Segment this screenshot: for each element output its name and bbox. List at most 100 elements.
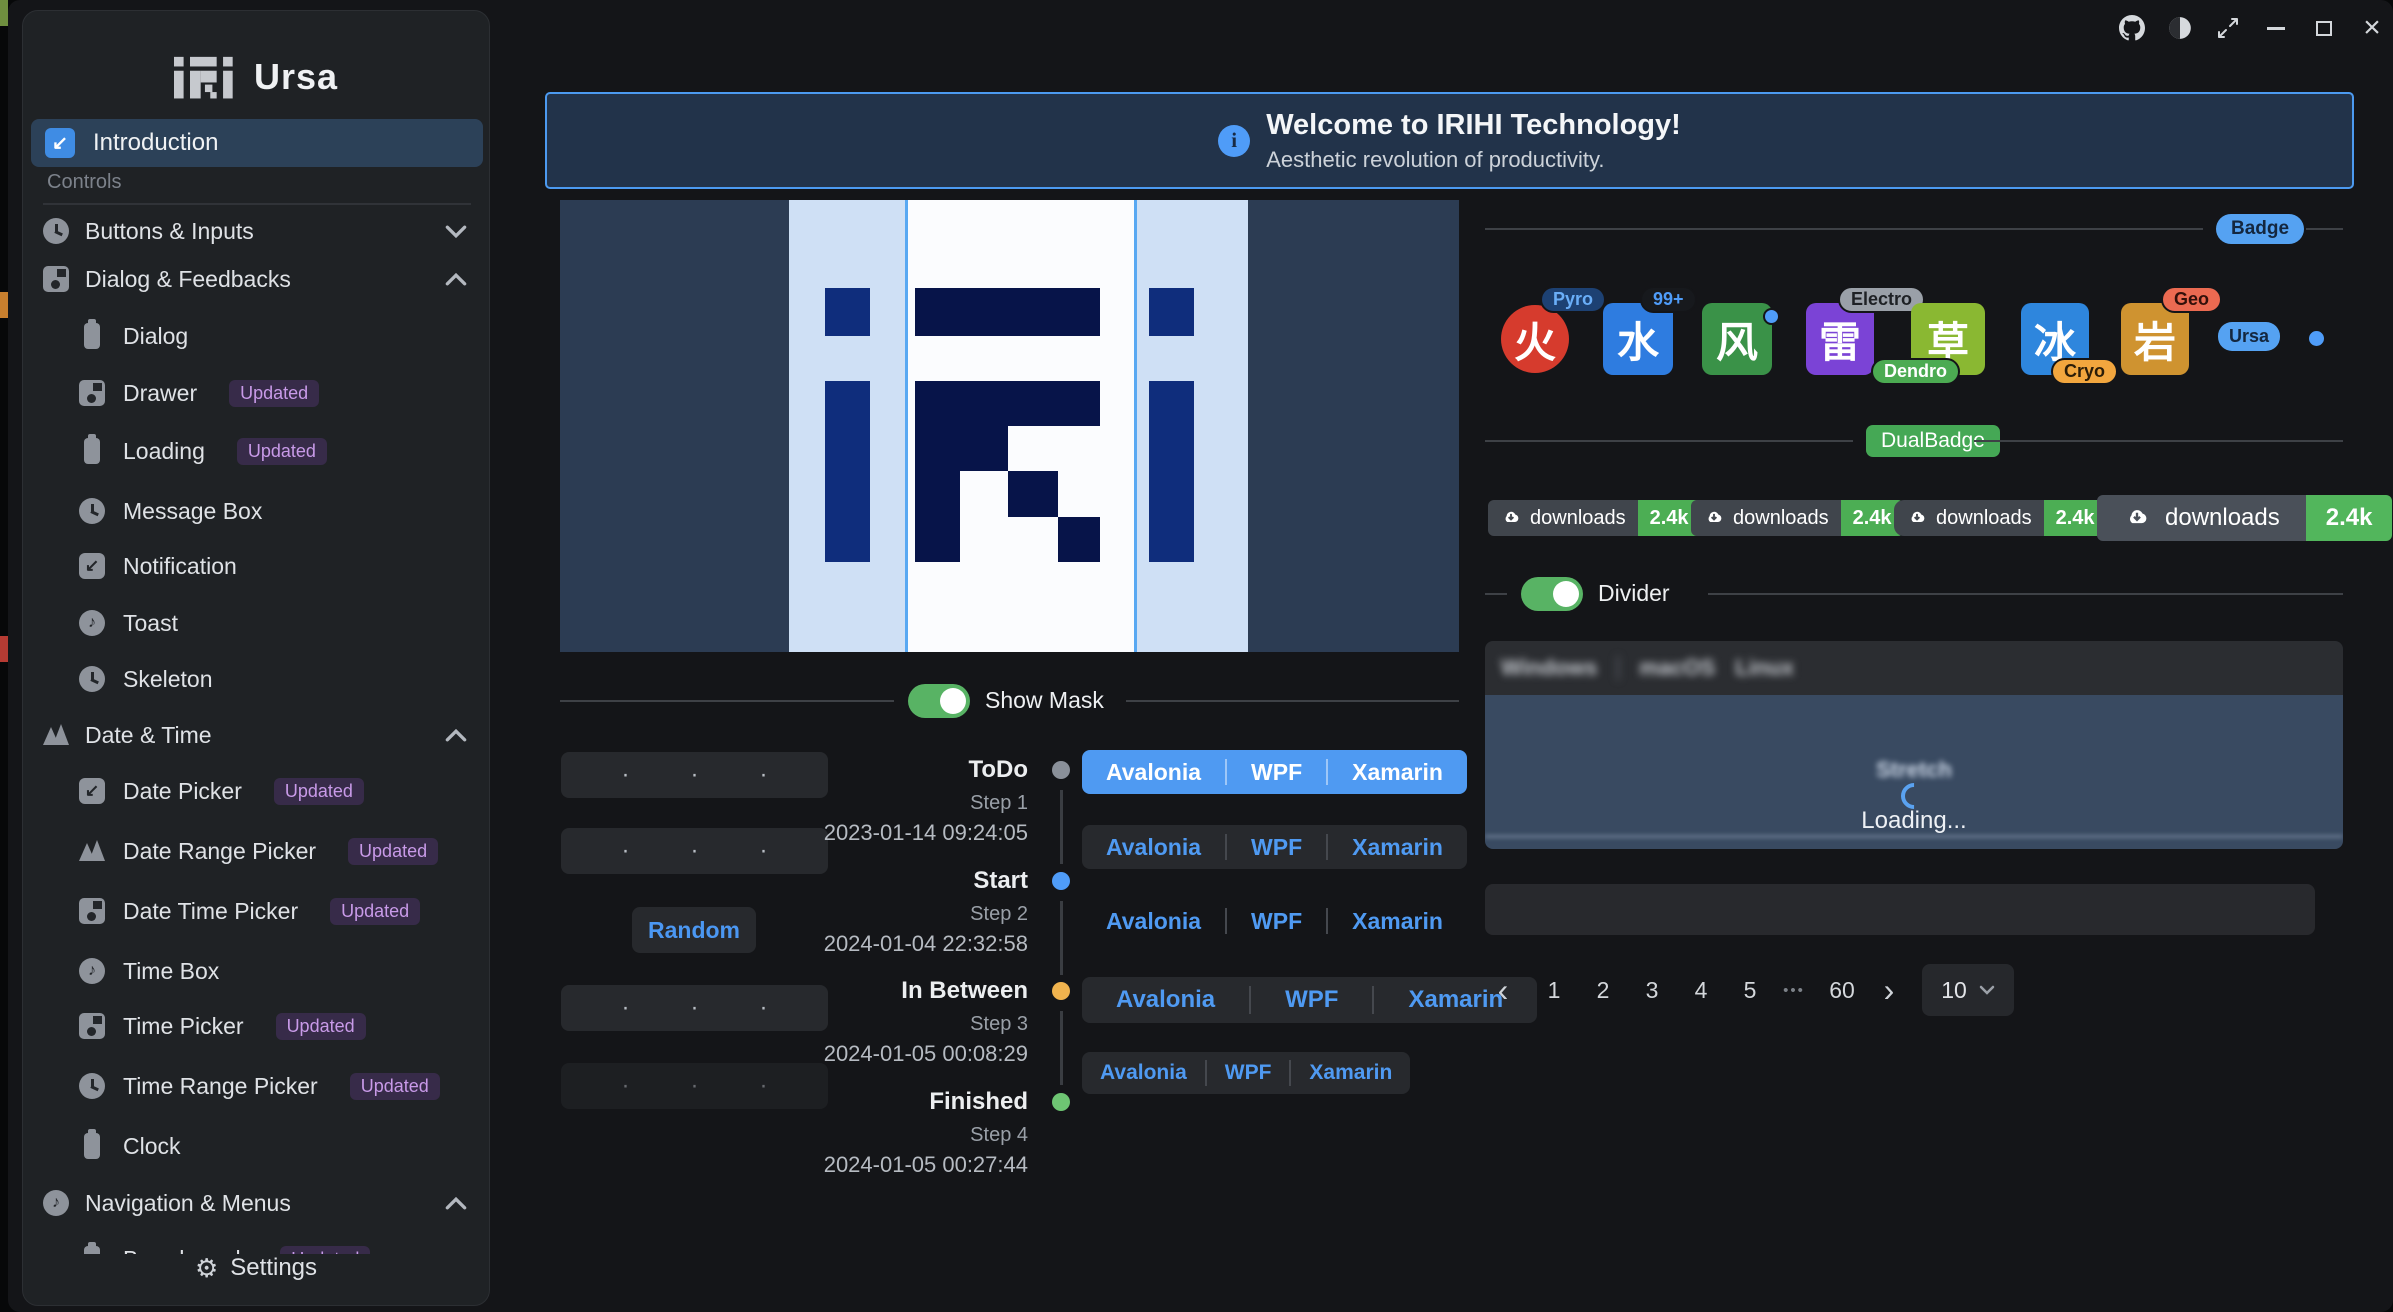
settings-button[interactable]: ⚙ Settings xyxy=(23,1245,489,1291)
pagination-next-button[interactable]: › xyxy=(1874,966,1904,1014)
show-mask-toggle[interactable] xyxy=(908,684,970,718)
timeline-step-sub: Step 3 xyxy=(648,1013,1028,1036)
pagination-page-last[interactable]: 60 xyxy=(1820,966,1864,1014)
battery-icon xyxy=(84,438,100,464)
theme-toggle-icon xyxy=(2167,15,2193,41)
sidebar-nav: Buttons & Inputs Dialog & Feedbacks Dial… xyxy=(23,206,491,1254)
blurred-stretch-label: Stretch xyxy=(1485,757,2343,783)
github-icon xyxy=(2119,15,2145,41)
sidebar-item-message-box[interactable]: Message Box xyxy=(31,488,483,534)
loading-text: Loading... xyxy=(1485,807,2343,835)
divider-line xyxy=(560,700,894,702)
xamarin-button[interactable]: Xamarin xyxy=(1291,1061,1410,1085)
maximize-button[interactable] xyxy=(2304,10,2344,46)
avalonia-button[interactable]: Avalonia xyxy=(1082,1061,1205,1085)
background-sliver-amber xyxy=(0,292,8,318)
divider-line xyxy=(1485,228,2203,230)
sidebar-item-clock[interactable]: Clock xyxy=(31,1123,483,1169)
logo-pixel xyxy=(1149,288,1194,336)
floppy-icon xyxy=(79,380,105,406)
desktop: × Ursa Introduction Con xyxy=(0,0,2393,1312)
sidebar-group-dialog-feedbacks[interactable]: Dialog & Feedbacks xyxy=(31,256,483,302)
chevron-up-icon xyxy=(445,729,467,742)
avalonia-button[interactable]: Avalonia xyxy=(1082,834,1225,861)
sidebar-item-time-box[interactable]: Time Box xyxy=(31,948,483,994)
downloads-badge[interactable]: downloads 2.4k xyxy=(1894,500,2107,536)
timeline-connector xyxy=(1060,790,1063,864)
sidebar-item-skeleton[interactable]: Skeleton xyxy=(31,656,483,702)
avalonia-button[interactable]: Avalonia xyxy=(1082,759,1225,786)
avalonia-button[interactable]: Avalonia xyxy=(1082,986,1249,1014)
chevron-down-icon xyxy=(1979,985,1995,995)
timeline-step-time: 2024-01-05 00:08:29 xyxy=(648,1041,1028,1067)
xamarin-button[interactable]: Xamarin xyxy=(1328,759,1467,786)
pagination-page-5[interactable]: 5 xyxy=(1728,966,1772,1014)
sidebar-item-notification[interactable]: Notification xyxy=(31,543,483,589)
badge-geo: Geo xyxy=(2161,286,2222,313)
banner-subtitle: Aesthetic revolution of productivity. xyxy=(1266,147,1681,173)
download-icon xyxy=(1703,507,1725,529)
loading-panel: Windows macOS Linux Stretch Loading... xyxy=(1485,641,2343,849)
sidebar-item-date-picker[interactable]: Date Picker Updated xyxy=(31,768,483,814)
badge-dot xyxy=(2309,331,2324,346)
downloads-badge[interactable]: downloads 2.4k xyxy=(1691,500,1904,536)
pagination-ellipsis[interactable]: ••• xyxy=(1774,966,1814,1014)
sidebar-item-time-range-picker[interactable]: Time Range Picker Updated xyxy=(31,1063,483,1109)
sidebar-item-drawer[interactable]: Drawer Updated xyxy=(31,370,483,416)
sidebar-item-introduction[interactable]: Introduction xyxy=(31,119,483,167)
controls-section-label: Controls xyxy=(47,171,121,194)
sidebar-group-navigation-menus[interactable]: Navigation & Menus xyxy=(31,1180,483,1226)
wpf-button[interactable]: WPF xyxy=(1251,986,1372,1014)
timeline-connector xyxy=(1060,901,1063,975)
logo-pixel xyxy=(1149,381,1194,562)
show-mask-label: Show Mask xyxy=(985,687,1104,714)
battery-icon xyxy=(84,323,100,349)
xamarin-button[interactable]: Xamarin xyxy=(1328,908,1467,935)
wpf-button[interactable]: WPF xyxy=(1227,908,1326,935)
pagination-page-1[interactable]: 1 xyxy=(1532,966,1576,1014)
floppy-icon xyxy=(79,1013,105,1039)
fullscreen-button[interactable] xyxy=(2208,10,2248,46)
divider-line xyxy=(1126,700,1459,702)
divider-toggle[interactable] xyxy=(1521,577,1583,611)
pagination-prev-button[interactable]: ‹ xyxy=(1488,966,1518,1014)
sidebar-item-date-time-picker[interactable]: Date Time Picker Updated xyxy=(31,888,483,934)
theme-toggle-button[interactable] xyxy=(2160,10,2200,46)
badge-dot xyxy=(1763,308,1780,325)
empty-input-box[interactable] xyxy=(1485,884,2315,935)
close-button[interactable]: × xyxy=(2352,10,2392,46)
page-size-select[interactable]: 10 xyxy=(1922,964,2014,1016)
sidebar-item-date-range-picker[interactable]: Date Range Picker Updated xyxy=(31,828,483,874)
sidebar-item-dialog[interactable]: Dialog xyxy=(31,313,483,359)
timeline-step-time: 2024-01-04 22:32:58 xyxy=(648,931,1028,957)
wpf-button[interactable]: WPF xyxy=(1207,1061,1290,1085)
wpf-button[interactable]: WPF xyxy=(1227,759,1326,786)
trees-icon xyxy=(43,722,69,748)
divider-line xyxy=(1485,440,1853,442)
logo-pixel xyxy=(960,381,1008,471)
battery-icon xyxy=(84,1133,100,1159)
downloads-badge[interactable]: downloads 2.4k xyxy=(1488,500,1701,536)
sidebar-item-time-picker[interactable]: Time Picker Updated xyxy=(31,1003,483,1049)
sidebar-item-toast[interactable]: Toast xyxy=(31,600,483,646)
downloads-badge-large[interactable]: downloads 2.4k xyxy=(2097,495,2392,541)
download-icon xyxy=(1906,507,1928,529)
minimize-button[interactable] xyxy=(2256,10,2296,46)
updated-badge: Updated xyxy=(350,1073,440,1100)
sidebar-group-buttons-inputs[interactable]: Buttons & Inputs xyxy=(31,208,483,254)
tab-windows[interactable]: Windows xyxy=(1501,655,1597,681)
divider-line xyxy=(2306,228,2343,230)
pagination-page-2[interactable]: 2 xyxy=(1581,966,1625,1014)
pagination-page-4[interactable]: 4 xyxy=(1679,966,1723,1014)
pagination-page-3[interactable]: 3 xyxy=(1630,966,1674,1014)
tab-macos[interactable]: macOS xyxy=(1639,655,1715,681)
avalonia-button[interactable]: Avalonia xyxy=(1082,908,1225,935)
sidebar-group-date-time[interactable]: Date & Time xyxy=(31,712,483,758)
github-button[interactable] xyxy=(2112,10,2152,46)
xamarin-button[interactable]: Xamarin xyxy=(1328,834,1467,861)
wpf-button[interactable]: WPF xyxy=(1227,834,1326,861)
sidebar-item-loading[interactable]: Loading Updated xyxy=(31,428,483,474)
tab-linux[interactable]: Linux xyxy=(1735,655,1794,681)
badge-ursa: Ursa xyxy=(2218,322,2280,351)
introduction-icon xyxy=(45,128,75,158)
